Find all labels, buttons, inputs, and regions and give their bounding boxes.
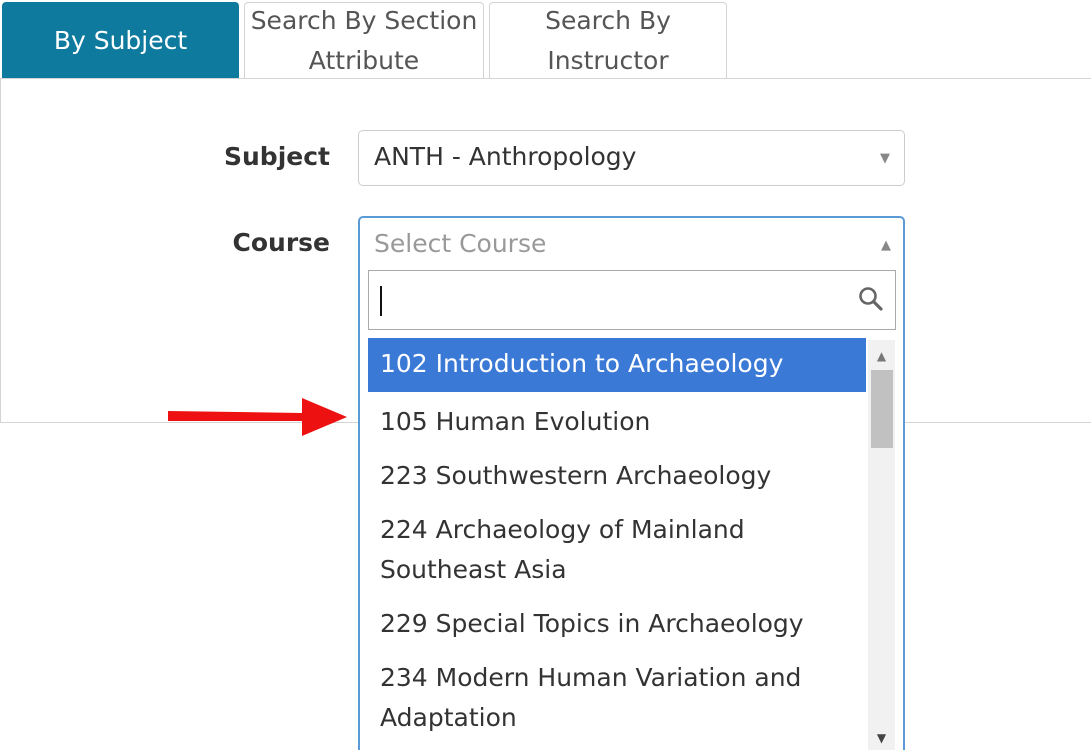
subject-select-value: ANTH - Anthropology — [374, 142, 637, 171]
search-tabs: By Subject Search By Section Attribute S… — [0, 0, 1091, 79]
course-search-input[interactable] — [377, 279, 851, 323]
tab-label: Search By Instructor — [545, 6, 671, 75]
course-option[interactable]: 223 Southwestern Archaeology — [368, 446, 866, 500]
course-option[interactable]: 102 Introduction to Archaeology — [368, 338, 866, 392]
chevron-up-icon: ▲ — [881, 238, 891, 253]
tab-search-by-section-attribute[interactable]: Search By Section Attribute — [244, 2, 484, 79]
subject-label: Subject — [224, 142, 330, 171]
red-arrow-icon — [168, 398, 347, 436]
subject-select[interactable]: ANTH - Anthropology ▼ — [358, 130, 905, 186]
search-icon — [859, 287, 883, 311]
chevron-down-icon: ▼ — [880, 151, 890, 166]
course-option[interactable]: 105 Human Evolution — [368, 392, 866, 446]
tab-label: Search By Section Attribute — [250, 6, 478, 75]
tab-label: By Subject — [53, 26, 188, 55]
options-scrollbar[interactable]: ▲ ▼ — [868, 340, 895, 750]
scroll-up-arrow-icon[interactable]: ▲ — [868, 344, 895, 368]
course-select-placeholder: Select Course — [374, 229, 547, 258]
course-search-page: By Subject Search By Section Attribute S… — [0, 0, 1091, 750]
course-label: Course — [232, 228, 331, 257]
course-option[interactable]: 229 Special Topics in Archaeology — [368, 594, 866, 648]
course-option[interactable]: 234 Modern Human Variation and Adaptatio… — [368, 648, 866, 742]
course-search-box[interactable] — [368, 270, 896, 330]
course-options-list: 102 Introduction to Archaeology 105 Huma… — [368, 338, 866, 750]
tab-search-by-instructor[interactable]: Search By Instructor — [489, 2, 727, 79]
scrollbar-thumb[interactable] — [871, 370, 893, 448]
tab-by-subject[interactable]: By Subject — [2, 2, 239, 79]
course-option[interactable]: 224 Archaeology of Mainland Southeast As… — [368, 500, 866, 594]
course-select[interactable]: Select Course ▲ 102 Introduction to Arch… — [358, 216, 905, 750]
scroll-down-arrow-icon[interactable]: ▼ — [868, 726, 895, 750]
text-cursor — [380, 286, 382, 316]
